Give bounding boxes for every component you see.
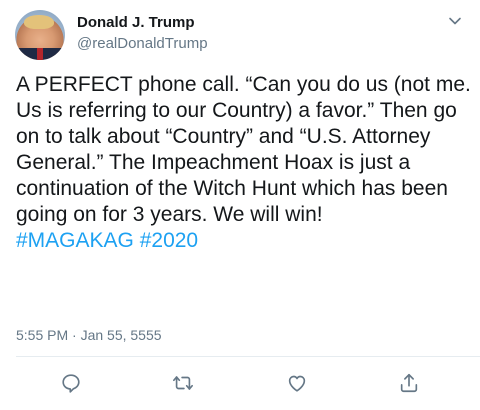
avatar-tie [37,48,43,60]
avatar-hair [24,15,54,29]
divider [16,356,480,357]
reply-icon [62,374,80,393]
hashtag-link[interactable]: #2020 [140,229,198,252]
retweet-button[interactable] [172,372,196,396]
reply-button[interactable] [60,372,84,396]
like-button[interactable] [286,372,310,396]
avatar[interactable] [15,10,65,60]
chevron-down-icon[interactable] [448,14,462,28]
tweet-timestamp[interactable]: 5:55 PM · Jan 55, 5555 [16,327,162,343]
heart-icon [288,375,306,392]
share-icon [400,373,418,393]
retweet-icon [173,376,193,390]
share-button[interactable] [398,372,422,396]
tweet-text: A PERFECT phone call. “Can you do us (no… [16,72,471,254]
action-bar [0,372,480,398]
hashtag-link[interactable]: #MAGAKAG [16,229,134,252]
author-handle[interactable]: @realDonaldTrump [77,35,208,52]
tweet-card: Donald J. Trump @realDonaldTrump A PERFE… [0,0,480,410]
author-name[interactable]: Donald J. Trump [77,14,195,31]
tweet-body: A PERFECT phone call. “Can you do us (no… [16,73,477,226]
